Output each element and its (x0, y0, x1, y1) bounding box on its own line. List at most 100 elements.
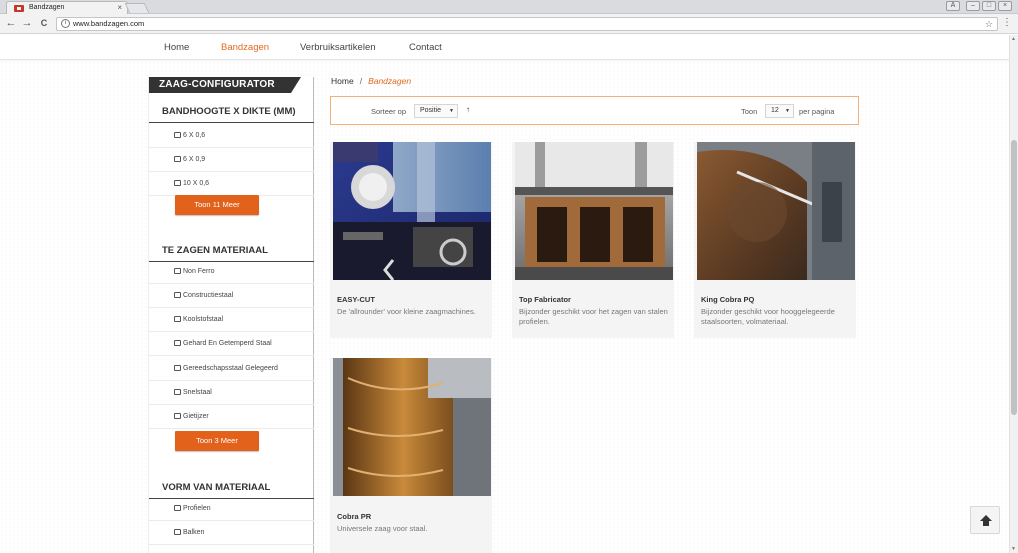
back-icon[interactable]: ← (4, 17, 18, 30)
browser-tabstrip: Bandzagen × A – □ × (0, 0, 1018, 14)
forward-icon[interactable]: → (20, 17, 34, 30)
breadcrumb-separator: / (359, 76, 363, 86)
filter-option[interactable]: Constructiestaal (149, 284, 314, 308)
filter-option-label: 6 X 0,6 (183, 132, 206, 139)
window-close-icon[interactable]: × (998, 1, 1012, 11)
filter-option-label: 10 X 0,6 (183, 180, 210, 187)
filter-option[interactable]: Snelstaal (149, 381, 314, 405)
scrollbar-thumb[interactable] (1011, 140, 1017, 415)
back-to-top-button[interactable] (970, 506, 1000, 534)
product-description: Bijzonder geschikt voor het zagen van st… (519, 307, 668, 326)
minimize-icon[interactable]: – (966, 1, 980, 11)
checkbox[interactable] (174, 505, 181, 511)
filter-option-label: Balken (183, 529, 205, 536)
bookmark-star-icon[interactable]: ☆ (985, 18, 993, 30)
product-card[interactable]: Top Fabricator Bijzonder geschikt voor h… (512, 142, 674, 338)
scroll-up-icon[interactable]: ▲ (1011, 36, 1016, 42)
breadcrumb-home-link[interactable]: Home (331, 76, 354, 86)
browser-toolbar: ← → C i www.bandzagen.com ☆ ⋮ (0, 14, 1018, 34)
filter-option[interactable]: Gereedschapsstaal Gelegeerd (149, 357, 314, 381)
checkbox[interactable] (174, 389, 181, 395)
window-controls: A – □ × (946, 1, 1012, 11)
per-page-label: per pagina (799, 107, 835, 116)
filter-option-label: Gereedschapsstaal Gelegeerd (183, 365, 278, 372)
product-title[interactable]: Cobra PR (337, 512, 371, 521)
configurator-sidebar: ZAAG-CONFIGURATOR BANDHOOGTE X DIKTE (MM… (148, 77, 314, 553)
product-card[interactable]: Cobra PR Universele zaag voor staal. (330, 358, 492, 553)
filter-option[interactable]: Gietijzer (149, 405, 314, 429)
checkbox[interactable] (174, 316, 181, 322)
filter-option[interactable]: 6 X 0,6 (149, 124, 314, 148)
per-page-value: 12 (771, 107, 779, 114)
sort-select[interactable]: Positie ▼ (414, 104, 458, 118)
filter-option-label: Constructiestaal (183, 292, 234, 299)
filter-option[interactable]: Profielen (149, 497, 314, 521)
product-image-king-cobra-pq[interactable] (697, 142, 855, 280)
show-more-bandhoogte-button[interactable]: Toon 11 Meer (175, 195, 259, 215)
product-description: Universele zaag voor staal. (337, 524, 428, 533)
filter-option-label: Profielen (183, 505, 211, 512)
filter-option[interactable]: 10 X 0,6 (149, 172, 314, 196)
checkbox[interactable] (174, 413, 181, 419)
filter-option-label: Koolstofstaal (183, 316, 224, 323)
checkbox[interactable] (174, 292, 181, 298)
filter-option-label: Non Ferro (183, 268, 215, 275)
filter-option-label: Gehard En Getemperd Staal (183, 340, 272, 347)
filter-option-label: 6 X 0,9 (183, 156, 206, 163)
filter-option[interactable]: 6 X 0,9 (149, 148, 314, 172)
show-label: Toon (741, 107, 758, 116)
tab-title: Bandzagen (29, 4, 65, 11)
checkbox[interactable] (174, 365, 181, 371)
sort-direction-icon[interactable]: ↑ (466, 105, 470, 114)
nav-item-home[interactable]: Home (164, 42, 189, 53)
scroll-down-icon[interactable]: ▼ (1011, 546, 1016, 552)
nav-item-bandzagen[interactable]: Bandzagen (221, 42, 269, 53)
profile-icon[interactable]: A (946, 1, 960, 11)
filter-section-title-vorm: VORM VAN MATERIAAL (149, 476, 314, 499)
chevron-down-icon: ▼ (449, 108, 454, 114)
product-title[interactable]: King Cobra PQ (701, 295, 754, 304)
checkbox[interactable] (174, 529, 181, 535)
checkbox[interactable] (174, 156, 181, 162)
filter-section-title-bandhoogte: BANDHOOGTE X DIKTE (MM) (149, 100, 314, 123)
browser-menu-icon[interactable]: ⋮ (1002, 17, 1012, 29)
filter-option[interactable]: Non Ferro (149, 260, 314, 284)
filter-option[interactable]: Balken (149, 521, 314, 545)
product-image-cobra-pr[interactable] (333, 358, 491, 496)
checkbox[interactable] (174, 340, 181, 346)
checkbox[interactable] (174, 132, 181, 138)
browser-tab[interactable]: Bandzagen × (6, 1, 128, 14)
checkbox[interactable] (174, 268, 181, 274)
address-bar[interactable]: i www.bandzagen.com ☆ (56, 17, 998, 31)
site-favicon-icon (14, 5, 24, 12)
product-title[interactable]: Top Fabricator (519, 295, 571, 304)
chevron-down-icon: ▼ (785, 108, 790, 114)
checkbox[interactable] (174, 180, 181, 186)
nav-item-contact[interactable]: Contact (409, 42, 442, 53)
product-image-top-fabricator[interactable] (515, 142, 673, 280)
sort-label: Sorteer op (371, 107, 407, 116)
url-text: www.bandzagen.com (73, 19, 145, 28)
product-card[interactable]: EASY-CUT De 'allrounder' voor kleine zaa… (330, 142, 492, 338)
product-card[interactable]: King Cobra PQ Bijzonder geschikt voor ho… (694, 142, 856, 338)
page-scrollbar[interactable]: ▲ ▼ (1009, 35, 1018, 553)
tab-close-icon[interactable]: × (117, 3, 122, 12)
sort-select-value: Positie (420, 107, 442, 114)
breadcrumb-current: Bandzagen (368, 76, 412, 86)
product-title[interactable]: EASY-CUT (337, 295, 375, 304)
per-page-select[interactable]: 12 ▼ (765, 104, 794, 118)
reload-icon[interactable]: C (37, 17, 51, 30)
show-more-materiaal-button[interactable]: Toon 3 Meer (175, 431, 259, 451)
maximize-icon[interactable]: □ (982, 1, 996, 11)
site-nav: Home Bandzagen Verbruiksartikelen Contac… (0, 35, 1009, 60)
sort-toolbar: Sorteer op Positie ▼ ↑ Toon 12 ▼ per pagin… (330, 96, 859, 125)
filter-option[interactable]: Koolstofstaal (149, 308, 314, 332)
product-image-easy-cut[interactable] (333, 142, 491, 280)
filter-option[interactable]: Gehard En Getemperd Staal (149, 332, 314, 356)
site-info-icon[interactable]: i (61, 19, 70, 28)
configurator-title: ZAAG-CONFIGURATOR (149, 77, 301, 93)
product-description: De 'allrounder' voor kleine zaagmachines… (337, 307, 476, 316)
nav-item-verbruiksartikelen[interactable]: Verbruiksartikelen (300, 42, 376, 53)
new-tab-button[interactable] (124, 3, 150, 13)
filter-section-title-materiaal: TE ZAGEN MATERIAAL (149, 239, 314, 262)
